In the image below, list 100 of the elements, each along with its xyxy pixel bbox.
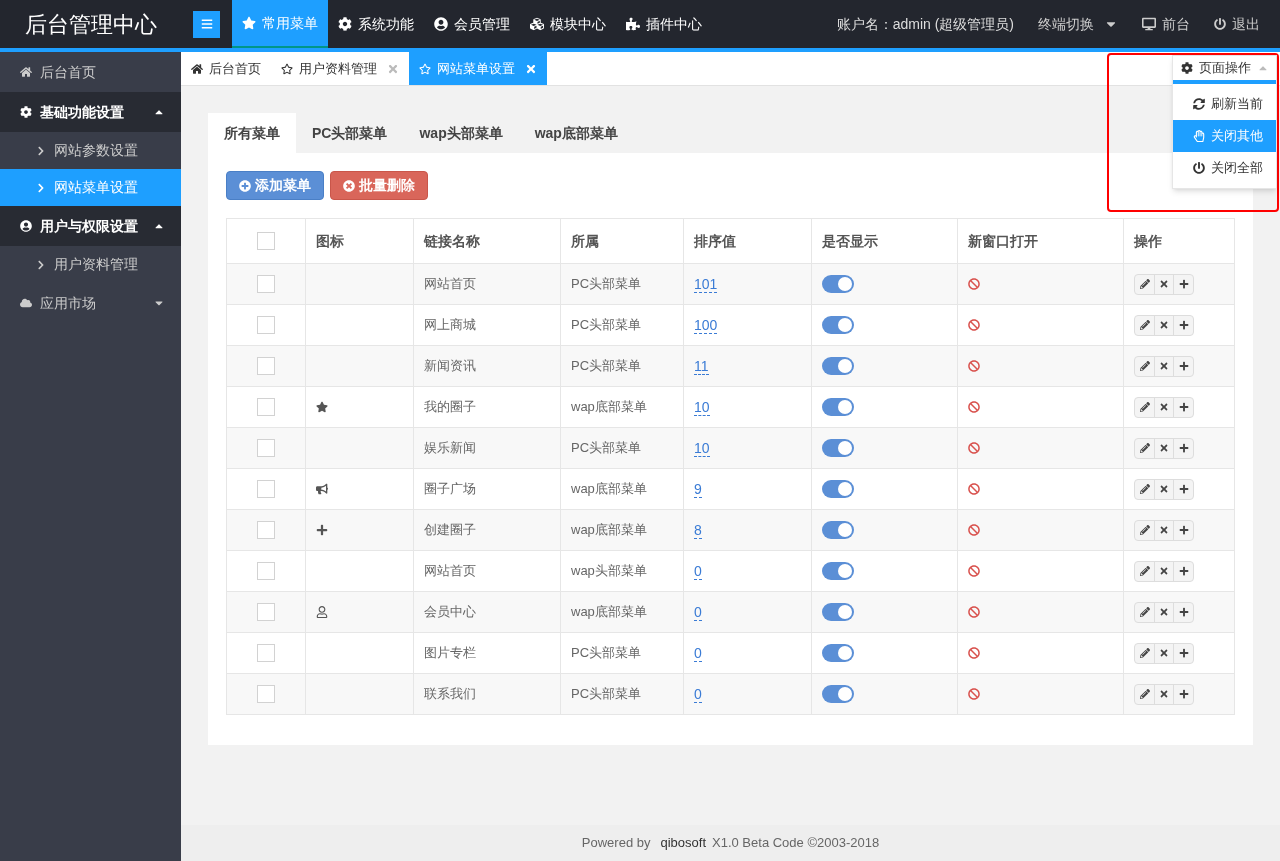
- row-checkbox[interactable]: [257, 439, 275, 457]
- star-icon: [281, 62, 293, 75]
- visibility-toggle[interactable]: [822, 603, 854, 621]
- close-icon: [1159, 689, 1169, 699]
- visibility-toggle[interactable]: [822, 316, 854, 334]
- table-cell-text: 网上商城: [424, 316, 476, 335]
- power-icon: [1214, 18, 1226, 30]
- row-checkbox[interactable]: [257, 316, 275, 334]
- sidebar-item[interactable]: 基础功能设置: [0, 92, 181, 132]
- visibility-toggle[interactable]: [822, 685, 854, 703]
- column-header: 链接名称: [424, 231, 480, 251]
- page-actions-button[interactable]: 页面操作: [1173, 56, 1276, 84]
- select-all-checkbox[interactable]: [257, 232, 275, 250]
- order-value-link[interactable]: 10: [694, 398, 710, 416]
- visibility-toggle[interactable]: [822, 480, 854, 498]
- order-value-link[interactable]: 101: [694, 275, 718, 293]
- settings-icon: [1180, 62, 1193, 74]
- frontend-link[interactable]: 前台: [1142, 13, 1190, 35]
- plus-icon: [1178, 566, 1189, 576]
- sub-tab[interactable]: 所有菜单: [208, 113, 296, 153]
- menu-icon: [200, 18, 213, 30]
- menu-toggle-button[interactable]: [193, 10, 220, 38]
- sidebar-item[interactable]: 应用市场: [0, 283, 181, 323]
- pencil-icon: [1139, 566, 1150, 576]
- order-value-link[interactable]: 100: [694, 316, 718, 334]
- home-icon: [191, 62, 203, 75]
- batch-delete-button[interactable]: 批量删除: [330, 171, 428, 200]
- star-icon: [242, 16, 256, 30]
- visibility-toggle[interactable]: [822, 398, 854, 416]
- top-nav-tab[interactable]: 会员管理: [424, 0, 520, 48]
- table-cell-text: PC头部菜单: [571, 357, 642, 376]
- home-icon: [20, 66, 32, 78]
- visibility-toggle[interactable]: [822, 275, 854, 293]
- order-value-link[interactable]: 11: [694, 357, 709, 375]
- order-value-link[interactable]: 0: [694, 603, 702, 621]
- visibility-toggle[interactable]: [822, 357, 854, 375]
- row-checkbox[interactable]: [257, 357, 275, 375]
- close-icon: [1159, 607, 1169, 617]
- order-value-link[interactable]: 0: [694, 685, 702, 703]
- plus-icon: [1178, 402, 1189, 412]
- top-nav-tab[interactable]: 插件中心: [616, 0, 712, 48]
- settings-icon: [20, 106, 32, 118]
- sidebar-subitem[interactable]: 网站参数设置: [0, 132, 181, 169]
- logout-link[interactable]: 退出: [1214, 13, 1260, 35]
- pencil-icon: [1139, 320, 1150, 330]
- pencil-icon: [1139, 648, 1150, 658]
- row-checkbox[interactable]: [257, 275, 275, 293]
- visibility-toggle[interactable]: [822, 521, 854, 539]
- row-checkbox[interactable]: [257, 603, 275, 621]
- page-tab[interactable]: 后台首页: [181, 52, 271, 85]
- order-value-link[interactable]: 0: [694, 562, 702, 580]
- sidebar-subitem[interactable]: 用户资料管理: [0, 246, 181, 283]
- close-icon: [1159, 484, 1169, 494]
- sidebar-item[interactable]: 用户与权限设置: [0, 206, 181, 246]
- table-cell-text: PC头部菜单: [571, 644, 642, 663]
- prohibited-icon: [968, 606, 980, 618]
- prohibited-icon: [968, 565, 980, 577]
- column-header: 操作: [1134, 231, 1162, 251]
- user-icon: [316, 606, 328, 618]
- page-actions-item[interactable]: 关闭全部: [1173, 152, 1276, 184]
- user-icon: [434, 17, 448, 31]
- plus-icon: [1178, 443, 1189, 453]
- plus-icon: [1178, 484, 1189, 494]
- prohibited-icon: [968, 401, 980, 413]
- row-checkbox[interactable]: [257, 398, 275, 416]
- plus-icon: [1178, 279, 1189, 289]
- table-cell-text: 我的圈子: [424, 398, 476, 417]
- row-checkbox[interactable]: [257, 480, 275, 498]
- order-value-link[interactable]: 8: [694, 521, 702, 539]
- top-nav-tab[interactable]: 模块中心: [520, 0, 616, 48]
- close-icon: [387, 62, 399, 75]
- table-cell-text: 创建圈子: [424, 521, 476, 540]
- footer-brand: qibosoft: [660, 834, 706, 853]
- power-icon: [1193, 162, 1205, 174]
- table-cell-text: 联系我们: [424, 685, 476, 704]
- row-checkbox[interactable]: [257, 644, 275, 662]
- terminal-switch-dropdown[interactable]: 终端切换: [1038, 13, 1118, 35]
- prohibited-icon: [968, 319, 980, 331]
- sidebar-item[interactable]: 后台首页: [0, 52, 181, 92]
- visibility-toggle[interactable]: [822, 644, 854, 662]
- close-icon: [1159, 361, 1169, 371]
- page-tab[interactable]: 用户资料管理: [271, 52, 409, 85]
- table-cell-text: wap头部菜单: [571, 562, 647, 581]
- visibility-toggle[interactable]: [822, 562, 854, 580]
- page-actions-item[interactable]: 刷新当前: [1173, 88, 1276, 120]
- order-value-link[interactable]: 10: [694, 439, 710, 457]
- column-header: 所属: [571, 231, 599, 251]
- monitor-icon: [1142, 17, 1156, 31]
- order-value-link[interactable]: 0: [694, 644, 702, 662]
- close-icon: [1159, 402, 1169, 412]
- chevron-icon: [36, 259, 46, 270]
- row-checkbox[interactable]: [257, 685, 275, 703]
- visibility-toggle[interactable]: [822, 439, 854, 457]
- pencil-icon: [1139, 689, 1150, 699]
- row-checkbox[interactable]: [257, 562, 275, 580]
- table-cell-text: 娱乐新闻: [424, 439, 476, 458]
- row-checkbox[interactable]: [257, 521, 275, 539]
- prohibited-icon: [968, 524, 980, 536]
- top-nav-tab[interactable]: 系统功能: [328, 0, 424, 48]
- order-value-link[interactable]: 9: [694, 480, 702, 498]
